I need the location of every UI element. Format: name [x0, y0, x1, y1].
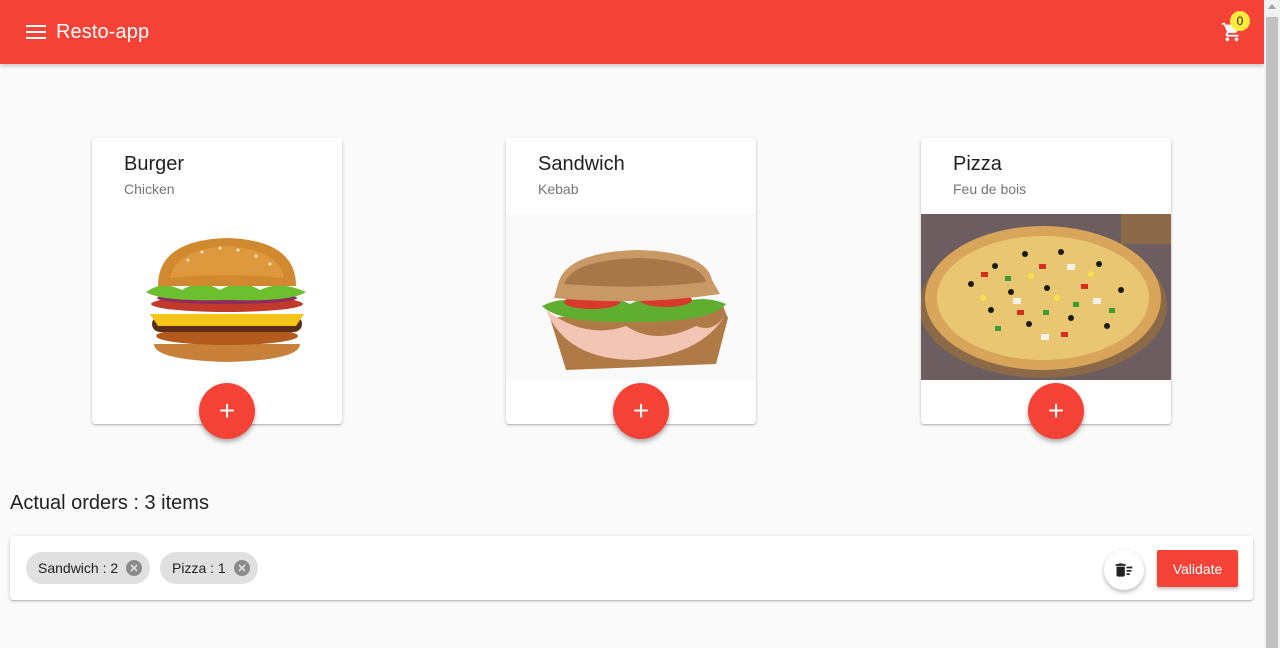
cart-button[interactable]: 0: [1208, 8, 1256, 56]
product-card-burger: Burger Chicken +: [92, 138, 342, 439]
product-subtitle: Kebab: [538, 181, 579, 197]
add-pizza-button[interactable]: +: [1028, 383, 1084, 439]
product-subtitle: Chicken: [124, 181, 175, 197]
add-burger-button[interactable]: +: [199, 383, 255, 439]
product-title: Pizza: [953, 153, 1002, 175]
clear-orders-button[interactable]: [1104, 550, 1144, 590]
remove-chip-icon[interactable]: [233, 560, 250, 576]
validate-button[interactable]: Validate: [1157, 550, 1238, 587]
product-card-pizza: Pizza Feu de bois +: [921, 138, 1171, 439]
remove-chip-icon[interactable]: [126, 560, 143, 576]
scroll-up-arrow[interactable]: [1268, 4, 1276, 9]
burger-image: [92, 214, 342, 380]
product-title: Burger: [124, 153, 185, 175]
app-bar: Resto-app 0: [0, 0, 1264, 64]
product-subtitle: Feu de bois: [953, 181, 1027, 197]
sandwich-image: [506, 214, 756, 380]
delete-sweep-icon: [1115, 563, 1133, 577]
orders-panel: Sandwich : 2 Pizza : 1 Validate: [10, 536, 1253, 600]
product-title: Sandwich: [538, 153, 625, 175]
add-sandwich-button[interactable]: +: [613, 383, 669, 439]
chip-label: Sandwich : 2: [38, 560, 119, 576]
order-chip-pizza[interactable]: Pizza : 1: [160, 552, 258, 584]
scrollbar-thumb[interactable]: [1266, 17, 1278, 648]
scrollbar[interactable]: [1264, 0, 1280, 648]
product-card-sandwich: Sandwich Kebab +: [506, 138, 756, 439]
menu-button[interactable]: [12, 8, 60, 56]
pizza-image: [921, 214, 1171, 380]
orders-heading: Actual orders : 3 items: [10, 492, 209, 514]
order-chip-sandwich[interactable]: Sandwich : 2: [26, 552, 151, 584]
app-title: Resto-app: [56, 20, 150, 43]
chip-label: Pizza : 1: [172, 560, 226, 576]
hamburger-menu-icon: [26, 25, 46, 39]
cart-count-badge: 0: [1230, 11, 1250, 31]
